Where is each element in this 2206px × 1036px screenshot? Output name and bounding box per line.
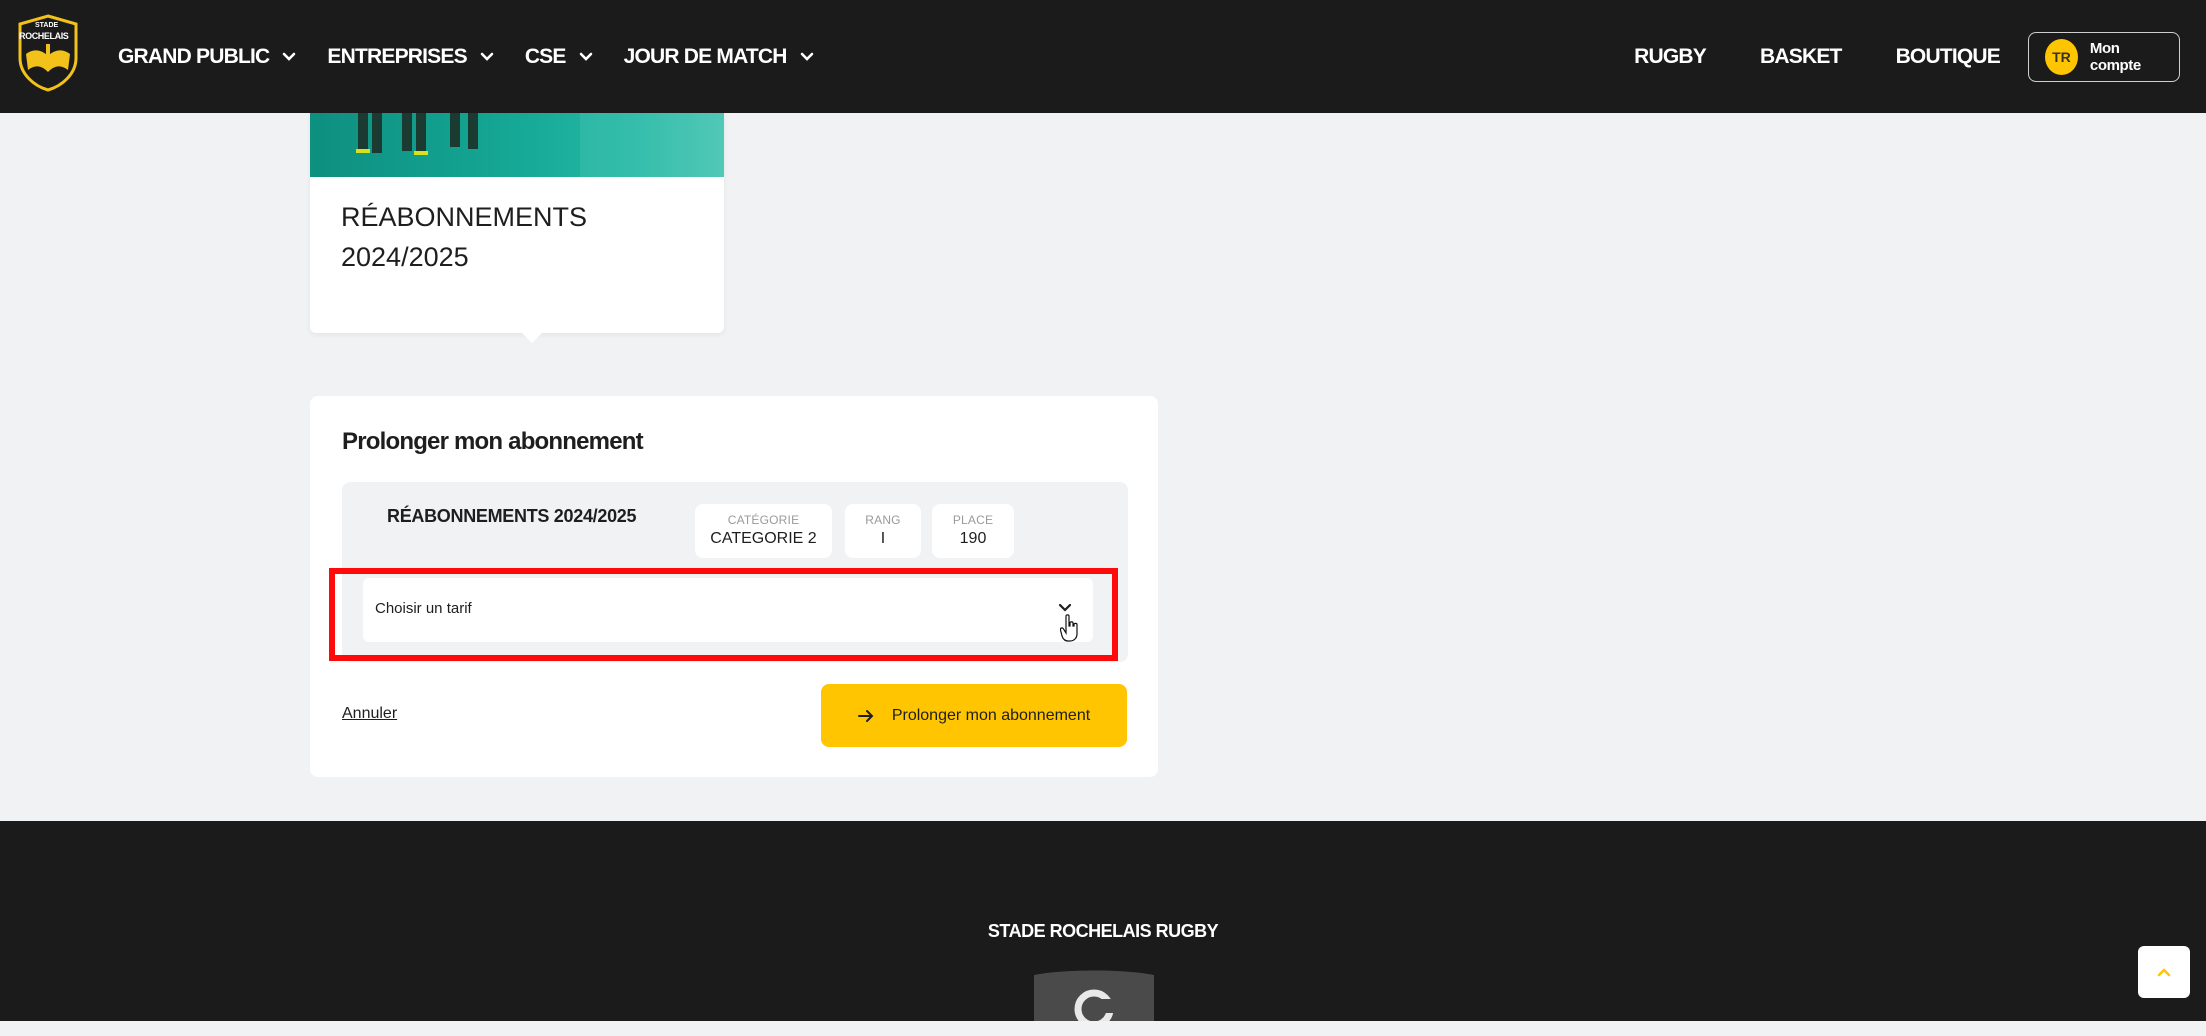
footer-club-logo[interactable]: [1034, 969, 1154, 1021]
chevron-down-icon: [283, 52, 296, 61]
highlight-box: [329, 568, 1118, 661]
offer-title-line1: RÉABONNEMENTS: [341, 202, 588, 232]
panel-title: Prolonger mon abonnement: [342, 428, 644, 455]
meta-value: 190: [959, 530, 987, 547]
top-navigation-bar: STADE ROCHELAIS GRAND PUBLIC ENTREPRISES…: [0, 0, 2206, 113]
subscription-name: RÉABONNEMENTS 2024/2025: [387, 506, 637, 526]
nav-label: GRAND PUBLIC: [118, 44, 270, 68]
offer-image: [310, 113, 724, 177]
footer-title: STADE ROCHELAIS RUGBY: [987, 921, 1219, 941]
chevron-down-icon: [800, 52, 813, 61]
secondary-nav: RUGBY BASKET BOUTIQUE TR Mon compte: [1634, 0, 2206, 113]
arrow-right-icon: [857, 709, 874, 722]
nav-jour-de-match[interactable]: JOUR DE MATCH: [624, 45, 815, 69]
nav-label: JOUR DE MATCH: [623, 44, 788, 68]
logo-text-bottom: ROCHELAIS: [19, 31, 69, 41]
meta-rang: RANG I: [845, 504, 921, 558]
cancel-link[interactable]: Annuler: [342, 705, 397, 723]
nav-label: CSE: [524, 44, 567, 68]
chevron-down-icon: [579, 52, 592, 61]
bottom-strip: [0, 1021, 2206, 1036]
meta-value: I: [880, 530, 886, 547]
nav-label: ENTREPRISES: [327, 44, 467, 68]
footer: STADE ROCHELAIS RUGBY: [0, 821, 2206, 1021]
nav-boutique[interactable]: BOUTIQUE: [1896, 45, 2001, 69]
nav-grand-public[interactable]: GRAND PUBLIC: [118, 45, 297, 69]
chevron-up-icon: [2157, 968, 2171, 977]
extend-subscription-label: Prolonger mon abonnement: [891, 706, 1091, 724]
selected-pointer-icon: [520, 331, 544, 343]
logo-text: STADE: [35, 22, 59, 29]
nav-entreprises[interactable]: ENTREPRISES: [327, 45, 494, 69]
chevron-down-icon: [480, 52, 494, 61]
meta-key: RANG: [865, 513, 901, 527]
offer-card[interactable]: RÉABONNEMENTS 2024/2025: [310, 113, 724, 333]
extend-subscription-button[interactable]: Prolonger mon abonnement: [821, 684, 1127, 747]
scroll-to-top-button[interactable]: [2138, 946, 2190, 998]
account-button[interactable]: TR Mon compte: [2028, 31, 2180, 82]
account-label: Mon compte: [2089, 39, 2141, 74]
main-nav: GRAND PUBLIC ENTREPRISES CSE JOUR DE MAT…: [118, 0, 845, 113]
avatar: TR: [2045, 38, 2078, 75]
meta-key: PLACE: [952, 513, 994, 527]
offer-title-line2: 2024/2025: [341, 242, 469, 272]
hand-cursor-icon: [1060, 614, 1078, 642]
offer-title: RÉABONNEMENTS 2024/2025: [341, 197, 641, 277]
meta-value: CATEGORIE 2: [710, 530, 817, 547]
nav-rugby[interactable]: RUGBY: [1634, 45, 1707, 69]
meta-key: CATÉGORIE: [727, 513, 800, 527]
meta-place: PLACE 190: [932, 504, 1014, 558]
players-illustration: [356, 113, 724, 177]
nav-basket[interactable]: BASKET: [1760, 45, 1842, 69]
nav-cse[interactable]: CSE: [525, 45, 594, 69]
meta-category: CATÉGORIE CATEGORIE 2: [695, 504, 832, 558]
